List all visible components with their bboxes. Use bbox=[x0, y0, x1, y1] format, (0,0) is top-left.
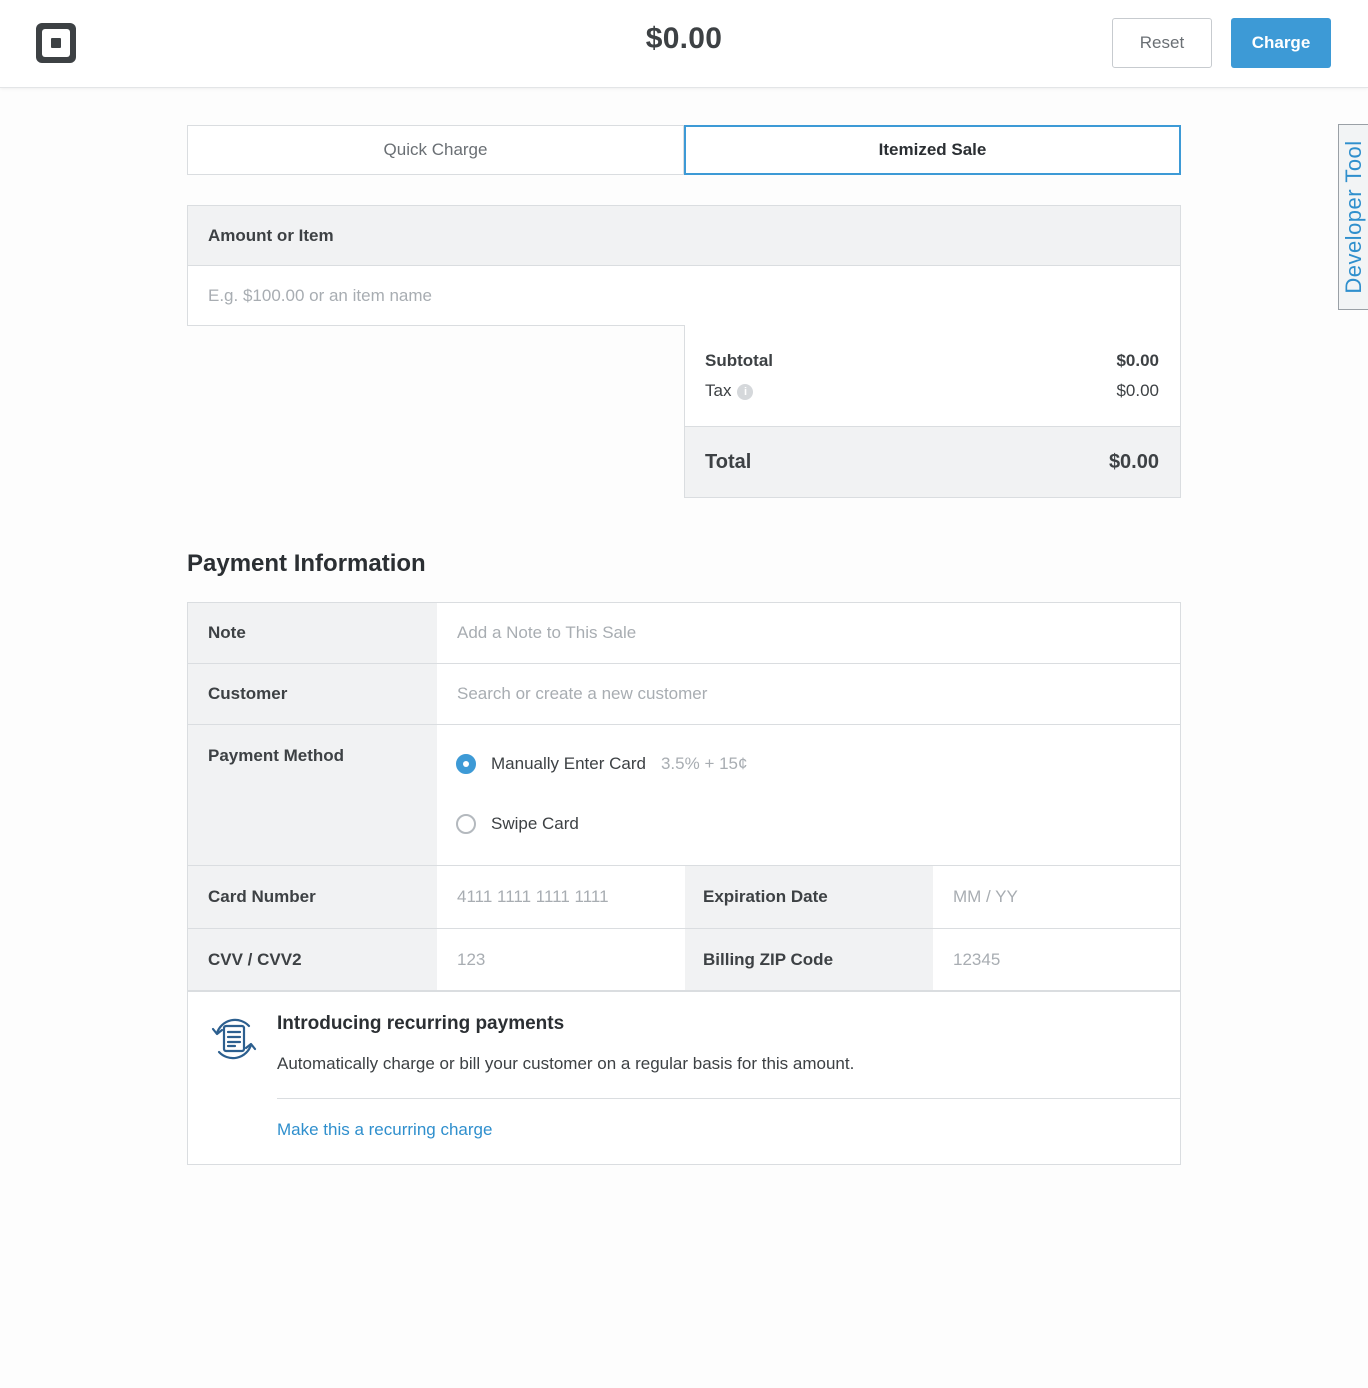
customer-label: Customer bbox=[188, 664, 437, 724]
subtotal-label: Subtotal bbox=[705, 351, 773, 370]
billing-zip-label: Billing ZIP Code bbox=[685, 929, 933, 990]
sale-type-tabs: Quick Charge Itemized Sale bbox=[187, 125, 1181, 175]
recurring-invoice-icon bbox=[211, 1018, 257, 1060]
radio-swipe-card[interactable]: Swipe Card bbox=[456, 814, 579, 834]
make-recurring-charge-link[interactable]: Make this a recurring charge bbox=[277, 1120, 492, 1140]
order-summary: Subtotal $0.00 Tax i $0.00 Total $0.00 bbox=[684, 325, 1181, 498]
expiration-date-label: Expiration Date bbox=[685, 866, 933, 928]
total-label: Total bbox=[705, 450, 752, 473]
expiration-cell bbox=[933, 866, 1180, 928]
expiration-date-input[interactable] bbox=[953, 866, 1180, 928]
tab-quick-charge[interactable]: Quick Charge bbox=[187, 125, 684, 175]
amount-or-item-input[interactable] bbox=[188, 266, 1180, 325]
total-row: Total $0.00 bbox=[685, 426, 1180, 497]
top-bar: $0.00 Reset Charge bbox=[0, 0, 1368, 88]
developer-tool-tab[interactable]: Developer Tool bbox=[1338, 124, 1368, 310]
radio-button-selected[interactable] bbox=[456, 754, 476, 774]
info-icon[interactable]: i bbox=[737, 383, 754, 400]
recurring-payments-description: Automatically charge or bill your custom… bbox=[277, 1054, 855, 1073]
amount-or-item-panel: Amount or Item bbox=[187, 205, 1181, 326]
subtotal-row: Subtotal $0.00 bbox=[705, 351, 1159, 371]
divider bbox=[277, 1098, 1180, 1099]
card-number-label: Card Number bbox=[188, 866, 437, 928]
recurring-payments-promo: Introducing recurring payments Automatic… bbox=[188, 993, 1180, 1164]
note-label: Note bbox=[188, 603, 437, 663]
note-input[interactable] bbox=[457, 603, 1180, 663]
header-amount: $0.00 bbox=[645, 22, 723, 55]
card-fee-label: 3.5% + 15¢ bbox=[660, 754, 748, 773]
card-number-cell bbox=[437, 866, 685, 928]
cvv-row: CVV / CVV2 Billing ZIP Code bbox=[188, 929, 1180, 992]
manually-enter-card-label: Manually Enter Card bbox=[491, 754, 646, 773]
tab-itemized-sale[interactable]: Itemized Sale bbox=[684, 125, 1181, 175]
tax-value: $0.00 bbox=[1116, 381, 1159, 400]
square-logo-icon[interactable] bbox=[36, 23, 76, 63]
tax-row: Tax i $0.00 bbox=[705, 381, 1159, 401]
customer-cell bbox=[437, 664, 1180, 724]
customer-row: Customer bbox=[188, 664, 1180, 725]
card-number-row: Card Number Expiration Date bbox=[188, 866, 1180, 929]
customer-search-input[interactable] bbox=[457, 664, 1180, 724]
swipe-card-label: Swipe Card bbox=[491, 814, 579, 833]
developer-tool-label: Developer Tool bbox=[1340, 140, 1366, 294]
payment-method-label: Payment Method bbox=[188, 725, 437, 865]
payment-method-row: Payment Method Manually Enter Card 3.5% … bbox=[188, 725, 1180, 866]
note-cell bbox=[437, 603, 1180, 663]
charge-button[interactable]: Charge bbox=[1231, 18, 1331, 68]
recurring-payments-title: Introducing recurring payments bbox=[277, 1013, 565, 1034]
billing-zip-input[interactable] bbox=[953, 929, 1180, 990]
payment-form: Note Customer Payment Method Manually En… bbox=[187, 602, 1181, 1165]
amount-or-item-heading: Amount or Item bbox=[188, 206, 1180, 266]
radio-manually-enter-card[interactable]: Manually Enter Card 3.5% + 15¢ bbox=[456, 754, 747, 774]
billing-zip-cell bbox=[933, 929, 1180, 990]
note-row: Note bbox=[188, 603, 1180, 664]
cvv-cell bbox=[437, 929, 685, 990]
total-value: $0.00 bbox=[1108, 450, 1159, 473]
payment-information-title: Payment Information bbox=[187, 550, 426, 577]
cvv-input[interactable] bbox=[457, 929, 685, 990]
reset-button[interactable]: Reset bbox=[1112, 18, 1212, 68]
subtotal-value: $0.00 bbox=[1116, 351, 1159, 370]
tax-label: Tax bbox=[705, 381, 732, 400]
cvv-label: CVV / CVV2 bbox=[188, 929, 437, 990]
radio-button-unselected[interactable] bbox=[456, 814, 476, 834]
card-number-input[interactable] bbox=[457, 866, 685, 928]
